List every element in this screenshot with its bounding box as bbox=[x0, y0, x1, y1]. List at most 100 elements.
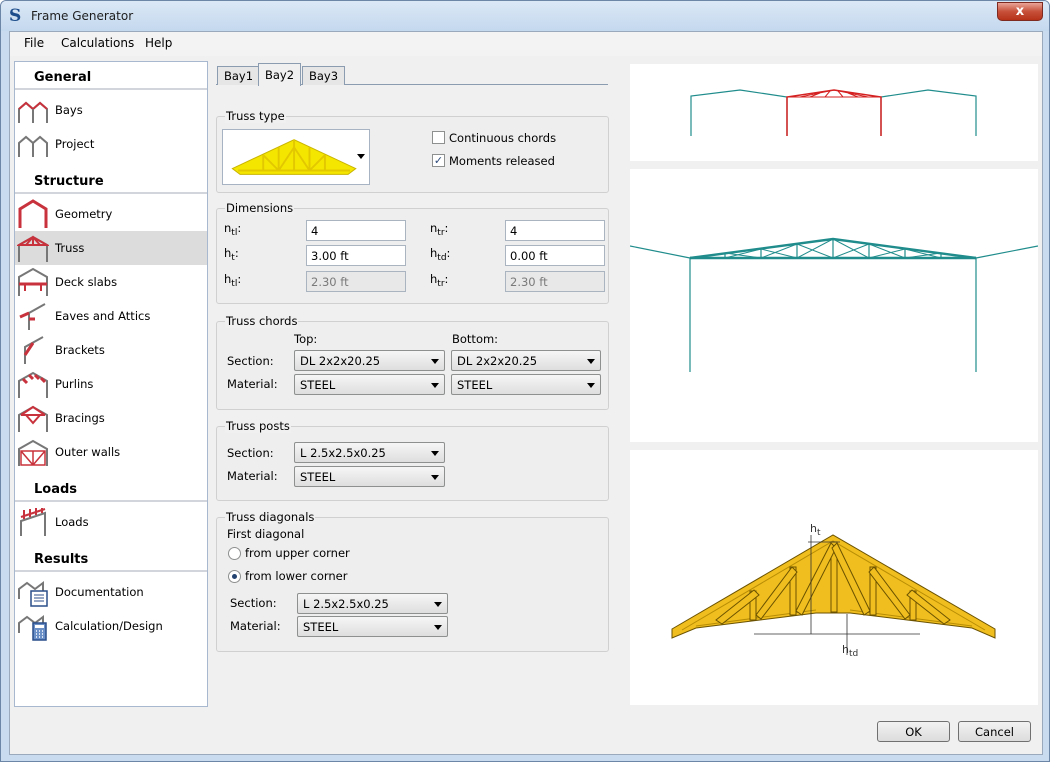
nav-item-purlins[interactable]: Purlins bbox=[15, 367, 207, 401]
group-title: Truss posts bbox=[225, 419, 291, 433]
window-title: Frame Generator bbox=[31, 9, 134, 23]
dropdown-arrow-icon bbox=[431, 383, 439, 388]
nav-item-bays[interactable]: Bays bbox=[15, 93, 207, 127]
continuous-chords-checkbox[interactable] bbox=[432, 131, 445, 144]
menu-file[interactable]: File bbox=[24, 36, 44, 50]
nav-item-label: Truss bbox=[55, 241, 85, 255]
top-chord-section-select[interactable]: DL 2x2x20.25 bbox=[294, 350, 445, 371]
lower-corner-radio[interactable] bbox=[228, 570, 241, 583]
dimensions-group: Dimensions ntl: 4 ntr: 4 ht: 3.00 ft htd… bbox=[216, 201, 609, 304]
brackets-icon bbox=[23, 336, 44, 364]
nav-section-results: Results bbox=[15, 544, 207, 572]
htl-label: htl: bbox=[224, 272, 242, 289]
moments-released-checkbox[interactable]: ✓ bbox=[432, 154, 445, 167]
section-label: Section: bbox=[230, 596, 277, 610]
frame-elevation-preview bbox=[629, 169, 1039, 442]
calculator-icon bbox=[18, 615, 47, 641]
nav-item-label: Deck slabs bbox=[55, 275, 118, 289]
title-bar[interactable]: S Frame Generator x bbox=[1, 1, 1049, 31]
dropdown-arrow-icon bbox=[434, 625, 442, 630]
dropdown-arrow-icon bbox=[431, 451, 439, 456]
frame-generator-window: S Frame Generator x File Calculations He… bbox=[0, 0, 1050, 762]
nav-section-loads: Loads bbox=[15, 474, 207, 502]
moments-released-label: Moments released bbox=[449, 154, 555, 168]
ok-button[interactable]: OK bbox=[877, 721, 950, 742]
diagonals-material-select[interactable]: STEEL bbox=[297, 616, 448, 637]
ht-input[interactable]: 3.00 ft bbox=[306, 245, 406, 266]
tab-bay1[interactable]: Bay1 bbox=[217, 66, 261, 85]
nav-item-label: Outer walls bbox=[55, 445, 121, 459]
truss-detail-drawing: ht htd bbox=[671, 522, 996, 659]
ht-dimension-label: ht bbox=[810, 522, 821, 538]
bay-tabs: Bay1 Bay2 Bay3 bbox=[216, 63, 608, 86]
truss-type-icon bbox=[231, 139, 357, 175]
dropdown-arrow-icon bbox=[357, 154, 365, 159]
diagonals-section-select[interactable]: L 2.5x2.5x0.25 bbox=[297, 593, 448, 614]
lower-corner-label: from lower corner bbox=[245, 569, 348, 583]
nav-item-label: Loads bbox=[55, 515, 89, 529]
group-title: Truss chords bbox=[225, 314, 299, 328]
htd-dimension-label: htd bbox=[842, 643, 858, 659]
dropdown-arrow-icon bbox=[434, 602, 442, 607]
nav-item-calculation-design[interactable]: Calculation/Design bbox=[15, 609, 207, 643]
upper-corner-radio[interactable] bbox=[228, 547, 241, 560]
nav-item-label: Calculation/Design bbox=[55, 619, 163, 633]
htd-input[interactable]: 0.00 ft bbox=[505, 245, 605, 266]
dropdown-arrow-icon bbox=[587, 383, 595, 388]
htr-label: htr: bbox=[430, 272, 449, 289]
bays-icon bbox=[18, 101, 48, 123]
ntr-input[interactable]: 4 bbox=[505, 220, 605, 241]
project-icon bbox=[18, 135, 48, 157]
eaves-icon bbox=[19, 303, 46, 330]
tab-bay2[interactable]: Bay2 bbox=[258, 63, 302, 86]
documentation-icon bbox=[18, 581, 48, 607]
ntl-input[interactable]: 4 bbox=[306, 220, 406, 241]
htr-input: 2.30 ft bbox=[505, 271, 605, 292]
nav-item-outer-walls[interactable]: Outer walls bbox=[15, 435, 207, 469]
loads-icon bbox=[20, 508, 46, 536]
bottom-chord-section-select[interactable]: DL 2x2x20.25 bbox=[451, 350, 601, 371]
nav-item-loads[interactable]: Loads bbox=[15, 505, 207, 539]
tab-bay3[interactable]: Bay3 bbox=[302, 66, 346, 85]
nav-item-project[interactable]: Project bbox=[15, 127, 207, 161]
purlins-icon bbox=[18, 371, 48, 398]
posts-section-select[interactable]: L 2.5x2.5x0.25 bbox=[294, 442, 445, 463]
nav-item-brackets[interactable]: Brackets bbox=[15, 333, 207, 367]
cancel-button[interactable]: Cancel bbox=[958, 721, 1031, 742]
dropdown-arrow-icon bbox=[431, 359, 439, 364]
dropdown-arrow-icon bbox=[431, 475, 439, 480]
group-title: Truss diagonals bbox=[225, 510, 316, 524]
ht-label: ht: bbox=[224, 246, 239, 263]
nav-item-eaves-and-attics[interactable]: Eaves and Attics bbox=[15, 299, 207, 333]
nav-item-label: Purlins bbox=[55, 377, 94, 391]
nav-item-geometry[interactable]: Geometry bbox=[15, 197, 207, 231]
nav-item-label: Brackets bbox=[55, 343, 105, 357]
material-label: Material: bbox=[227, 377, 278, 391]
truss-type-picker[interactable] bbox=[222, 129, 370, 185]
nav-item-truss[interactable]: Truss bbox=[15, 231, 207, 265]
top-chord-material-select[interactable]: STEEL bbox=[294, 374, 445, 395]
outer-walls-icon bbox=[18, 439, 48, 466]
nav-item-deck-slabs[interactable]: Deck slabs bbox=[15, 265, 207, 299]
nav-item-bracings[interactable]: Bracings bbox=[15, 401, 207, 435]
menu-help[interactable]: Help bbox=[145, 36, 172, 50]
dialog-client-area: File Calculations Help General Bays Proj… bbox=[9, 31, 1043, 755]
truss-chords-group: Truss chords Top: Bottom: Section: DL 2x… bbox=[216, 314, 609, 410]
menu-calculations[interactable]: Calculations bbox=[61, 36, 134, 50]
nav-item-documentation[interactable]: Documentation bbox=[15, 575, 207, 609]
first-diagonal-label: First diagonal bbox=[227, 527, 305, 541]
nav-item-label: Geometry bbox=[55, 207, 113, 221]
bottom-chord-material-select[interactable]: STEEL bbox=[451, 374, 601, 395]
menu-bar: File Calculations Help bbox=[10, 32, 1042, 56]
material-label: Material: bbox=[227, 469, 278, 483]
truss-icon bbox=[17, 235, 49, 262]
app-logo-icon: S bbox=[9, 6, 22, 26]
htd-label: htd: bbox=[430, 246, 451, 263]
nav-item-label: Project bbox=[55, 137, 95, 151]
geometry-icon bbox=[18, 199, 48, 228]
section-label: Section: bbox=[227, 354, 274, 368]
posts-material-select[interactable]: STEEL bbox=[294, 466, 445, 487]
close-button[interactable]: x bbox=[997, 2, 1043, 21]
nav-section-structure: Structure bbox=[15, 166, 207, 194]
bottom-chord-header: Bottom: bbox=[452, 332, 499, 346]
